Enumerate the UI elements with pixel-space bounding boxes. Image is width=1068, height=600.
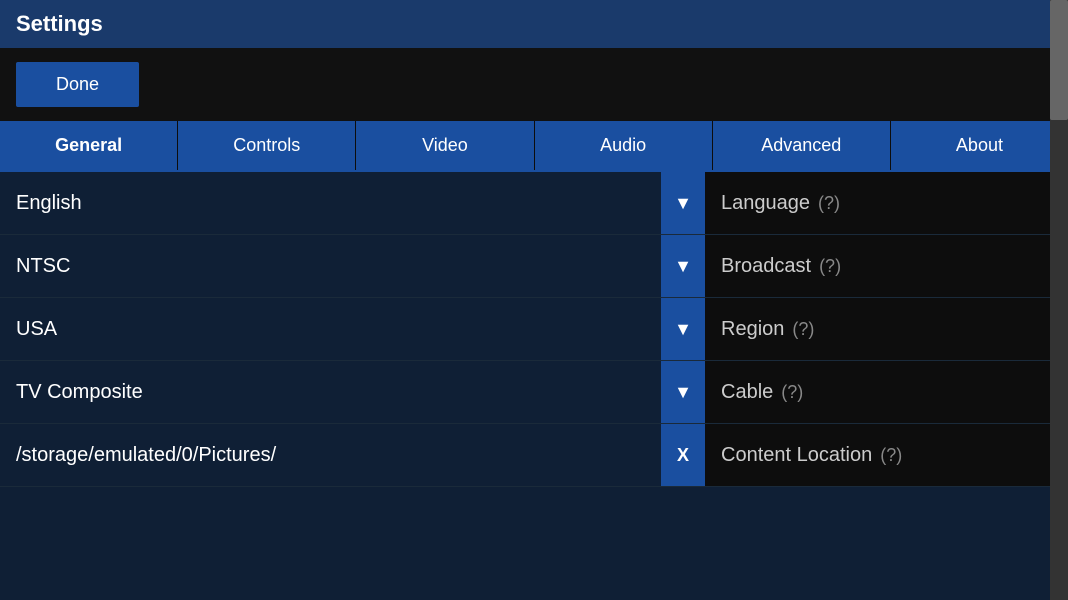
setting-help-region: (?) — [792, 319, 814, 340]
setting-label-language: Language — [721, 192, 810, 215]
settings-area: English ▼ Language (?) NTSC ▼ Broadcast (?) USA ▼… — [0, 172, 1068, 600]
page-title: Settings — [16, 11, 103, 37]
tab-about[interactable]: About — [891, 121, 1068, 170]
tabs-bar: GeneralControlsVideoAudioAdvancedAbout — [0, 121, 1068, 172]
setting-row-language: English ▼ Language (?) — [0, 172, 1068, 235]
setting-label-broadcast: Broadcast — [721, 255, 811, 278]
tab-general[interactable]: General — [0, 121, 178, 170]
chevron-down-icon: ▼ — [674, 382, 692, 403]
setting-value-language: English — [0, 192, 661, 215]
tab-controls[interactable]: Controls — [178, 121, 356, 170]
scrollbar-thumb[interactable] — [1050, 0, 1068, 120]
tab-audio[interactable]: Audio — [535, 121, 713, 170]
setting-row-cable: TV Composite ▼ Cable (?) — [0, 361, 1068, 424]
setting-help-language: (?) — [818, 193, 840, 214]
tab-advanced[interactable]: Advanced — [713, 121, 891, 170]
x-button-content-location[interactable]: X — [661, 424, 705, 486]
x-icon: X — [677, 445, 689, 466]
setting-label-region: Region — [721, 318, 784, 341]
setting-row-region: USA ▼ Region (?) — [0, 298, 1068, 361]
done-button[interactable]: Done — [16, 62, 139, 107]
chevron-down-icon: ▼ — [674, 193, 692, 214]
setting-value-region: USA — [0, 318, 661, 341]
setting-value-content-location: /storage/emulated/0/Pictures/ — [0, 444, 661, 467]
dropdown-arrow-region[interactable]: ▼ — [661, 298, 705, 360]
setting-row-content-location: /storage/emulated/0/Pictures/X Content Lo… — [0, 424, 1068, 600]
dropdown-arrow-language[interactable]: ▼ — [661, 172, 705, 234]
setting-value-cable: TV Composite — [0, 381, 661, 404]
scrollbar[interactable] — [1050, 0, 1068, 600]
setting-help-content-location: (?) — [880, 445, 902, 466]
main-content: Done GeneralControlsVideoAudioAdvancedAb… — [0, 48, 1068, 600]
setting-row-broadcast: NTSC ▼ Broadcast (?) — [0, 235, 1068, 298]
setting-label-cable: Cable — [721, 381, 773, 404]
setting-value-broadcast: NTSC — [0, 255, 661, 278]
chevron-down-icon: ▼ — [674, 256, 692, 277]
setting-help-broadcast: (?) — [819, 256, 841, 277]
tab-video[interactable]: Video — [356, 121, 534, 170]
setting-help-cable: (?) — [781, 382, 803, 403]
add-button-area: Add — [0, 487, 1068, 600]
title-bar: Settings — [0, 0, 1068, 48]
dropdown-arrow-cable[interactable]: ▼ — [661, 361, 705, 423]
dropdown-arrow-broadcast[interactable]: ▼ — [661, 235, 705, 297]
done-area: Done — [0, 48, 1068, 121]
chevron-down-icon: ▼ — [674, 319, 692, 340]
setting-label-content-location: Content Location — [721, 444, 872, 467]
